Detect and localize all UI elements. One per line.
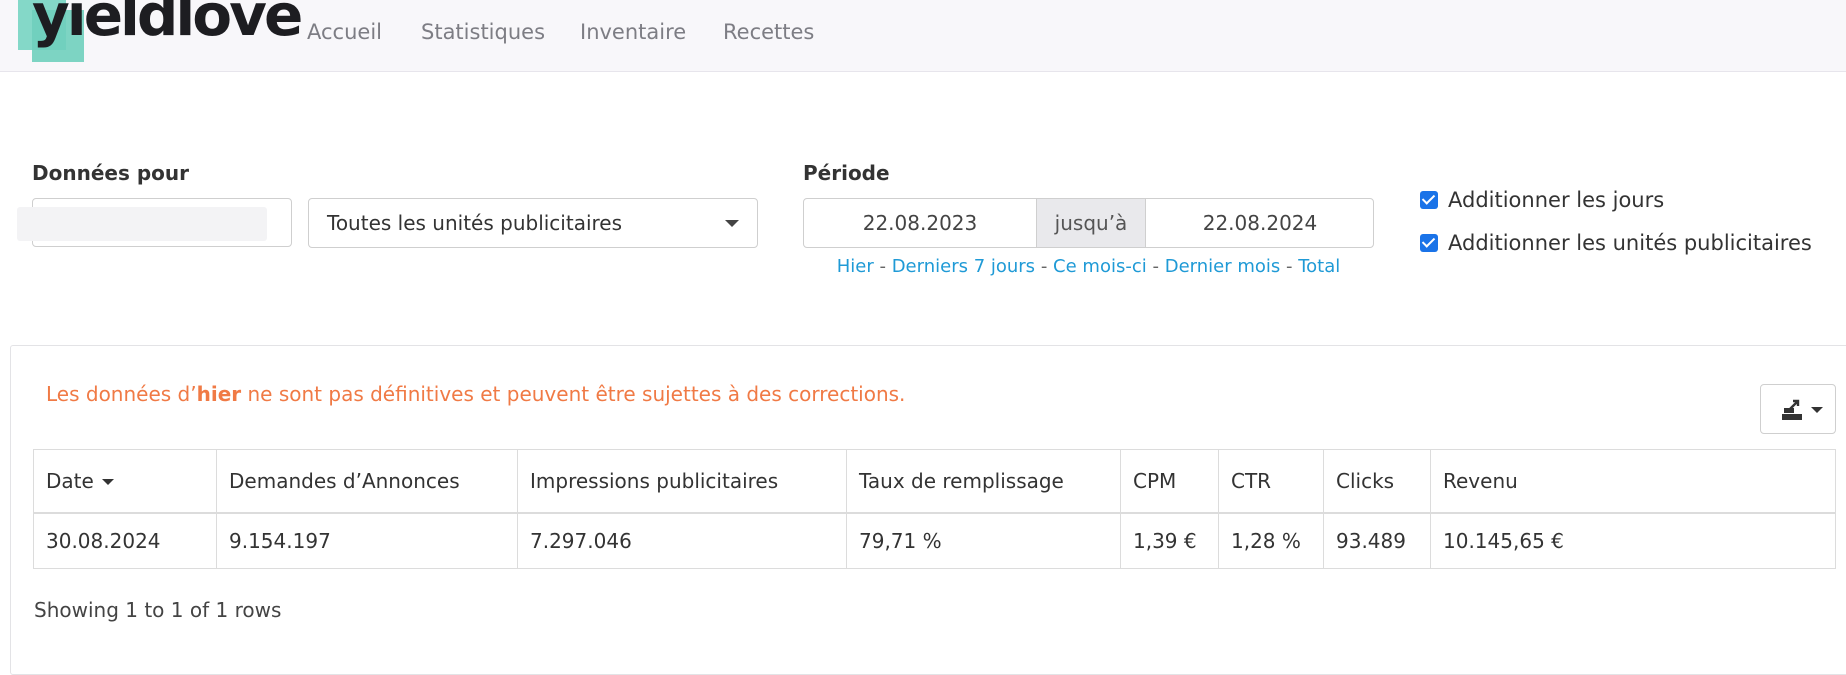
pagination-info: Showing 1 to 1 of 1 rows <box>34 598 282 622</box>
table-row: 30.08.2024 9.154.197 7.297.046 79,71 % 1… <box>33 512 1836 569</box>
adunit-select[interactable]: Toutes les unités publicitaires <box>308 198 758 248</box>
stats-table: Date Demandes d’Annonces Impressions pub… <box>33 449 1836 569</box>
period-label: Période <box>803 161 890 185</box>
nav-item-statistiques[interactable]: Statistiques <box>421 20 545 44</box>
sum-days-option: Additionner les jours <box>1420 188 1664 212</box>
warning-prefix: Les données d’ <box>46 382 197 406</box>
cell-revenue: 10.145,65 € <box>1430 512 1836 569</box>
col-header-revenue[interactable]: Revenu <box>1430 449 1836 514</box>
export-icon <box>1782 399 1802 420</box>
quick-date-links: Hier - Derniers 7 jours - Ce mois-ci - D… <box>803 256 1374 277</box>
col-header-ad-requests[interactable]: Demandes d’Annonces <box>216 449 518 514</box>
col-header-impressions[interactable]: Impressions publicitaires <box>517 449 847 514</box>
date-from-input[interactable]: 22.08.2023 <box>804 199 1036 247</box>
quick-link-separator: - <box>879 256 886 277</box>
quick-link-ce-mois-ci[interactable]: Ce mois-ci <box>1053 256 1147 277</box>
cell-fill-rate: 79,71 % <box>846 512 1121 569</box>
sum-days-label: Additionner les jours <box>1448 188 1665 212</box>
quick-link-hier[interactable]: Hier <box>837 256 874 277</box>
sum-adunits-checkbox[interactable] <box>1420 234 1438 252</box>
chevron-down-icon <box>725 220 739 227</box>
quick-link-total[interactable]: Total <box>1298 256 1340 277</box>
adunit-select-value: Toutes les unités publicitaires <box>327 211 623 235</box>
quick-link-separator: - <box>1040 256 1048 277</box>
cell-impressions: 7.297.046 <box>517 512 847 569</box>
col-header-clicks[interactable]: Clicks <box>1323 449 1431 514</box>
data-for-label: Données pour <box>32 161 189 185</box>
table-header-row: Date Demandes d’Annonces Impressions pub… <box>33 449 1836 514</box>
chevron-down-icon <box>1811 407 1823 413</box>
export-button[interactable] <box>1760 384 1836 434</box>
cell-ctr: 1,28 % <box>1218 512 1324 569</box>
cell-ad-requests: 9.154.197 <box>216 512 518 569</box>
quick-link-derniers-7-jours[interactable]: Derniers 7 jours <box>892 256 1035 277</box>
quick-link-separator: - <box>1152 256 1159 277</box>
sum-adunits-option: Additionner les unités publicitaires <box>1420 231 1812 255</box>
col-header-date[interactable]: Date <box>33 449 217 514</box>
logo-wordmark: yieldlove <box>32 0 303 49</box>
col-header-ctr[interactable]: CTR <box>1218 449 1324 514</box>
cell-cpm: 1,39 € <box>1120 512 1219 569</box>
quick-link-dernier-mois[interactable]: Dernier mois <box>1165 256 1281 277</box>
col-header-cpm[interactable]: CPM <box>1120 449 1219 514</box>
nav-item-recettes[interactable]: Recettes <box>723 20 814 44</box>
date-to-input[interactable]: 22.08.2024 <box>1146 199 1373 247</box>
data-warning: Les données d’hier ne sont pas définitiv… <box>46 382 905 406</box>
nav-item-inventaire[interactable]: Inventaire <box>580 20 686 44</box>
sum-adunits-label: Additionner les unités publicitaires <box>1448 231 1812 255</box>
yieldlove-logo[interactable]: yieldlove <box>18 0 303 64</box>
cell-clicks: 93.489 <box>1323 512 1431 569</box>
col-header-fill-rate[interactable]: Taux de remplissage <box>846 449 1121 514</box>
sum-days-checkbox[interactable] <box>1420 191 1438 209</box>
sort-desc-icon <box>101 479 114 486</box>
cell-date: 30.08.2024 <box>33 512 217 569</box>
date-range-separator: jusqu’à <box>1036 199 1146 247</box>
warning-suffix: ne sont pas définitives et peuvent être … <box>241 382 906 406</box>
site-select[interactable] <box>17 198 292 247</box>
nav-item-accueil[interactable]: Accueil <box>307 20 382 44</box>
date-range-picker: 22.08.2023 jusqu’à 22.08.2024 <box>803 198 1374 248</box>
top-navbar: yieldlove Accueil Statistiques Inventair… <box>0 0 1846 72</box>
site-value-redacted <box>17 207 267 241</box>
warning-bold: hier <box>196 382 242 406</box>
quick-link-separator: - <box>1286 256 1293 277</box>
